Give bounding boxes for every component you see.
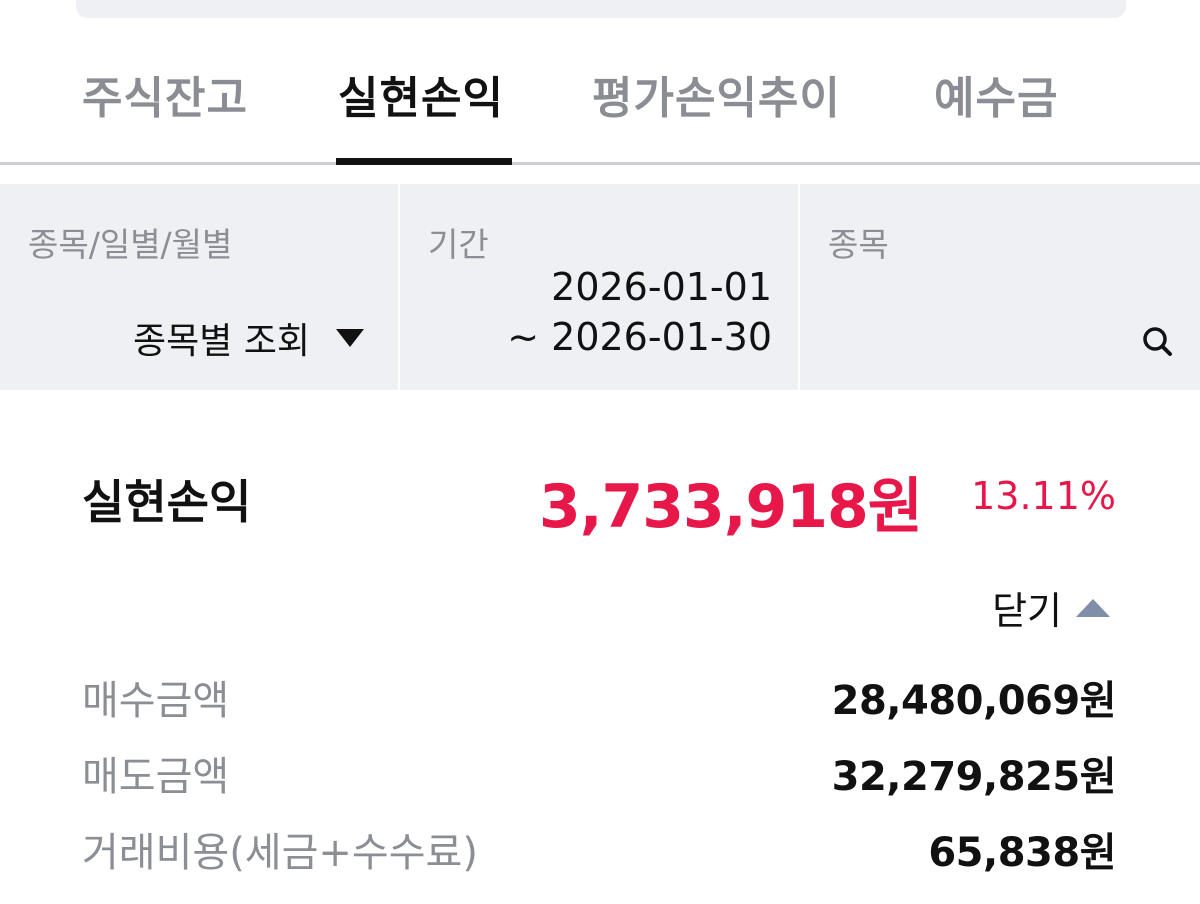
collapse-button[interactable]: 닫기 xyxy=(992,580,1110,635)
tab-valuation-trend[interactable]: 평가손익추이 xyxy=(592,62,841,126)
triangle-down-icon xyxy=(336,329,364,347)
period-label: 기간 xyxy=(428,225,489,264)
tab-realized-profit[interactable]: 실현손익 xyxy=(338,62,504,126)
active-tab-indicator xyxy=(336,158,512,165)
collapse-label: 닫기 xyxy=(992,589,1062,633)
view-type-value: 종목별 조회 xyxy=(132,321,310,362)
realized-profit-amount: 3,733,918원 xyxy=(538,472,923,542)
detail-row-sale: 매도금액 32,279,825원 xyxy=(82,744,1117,802)
period-filter[interactable]: 기간 2026-01-01 ~ 2026-01-30 xyxy=(400,184,798,390)
purchase-amount-value: 28,480,069원 xyxy=(831,678,1117,724)
triangle-up-icon xyxy=(1076,598,1110,617)
view-type-label: 종목/일별/월별 xyxy=(28,225,233,264)
view-type-filter[interactable]: 종목/일별/월별 종목별 조회 xyxy=(0,184,398,390)
stock-label: 종목 xyxy=(828,225,889,264)
period-range[interactable]: 2026-01-01 ~ 2026-01-30 xyxy=(507,262,772,362)
search-icon[interactable] xyxy=(1138,322,1178,362)
period-end: ~ 2026-01-30 xyxy=(507,315,772,359)
filter-row: 종목/일별/월별 종목별 조회 기간 2026-01-01 ~ 2026-01-… xyxy=(0,184,1200,390)
tab-stock-balance[interactable]: 주식잔고 xyxy=(82,62,248,126)
trading-cost-label: 거래비용(세금+수수료) xyxy=(82,830,478,876)
realized-profit-rate: 13.11% xyxy=(971,474,1116,518)
trading-cost-value: 65,838원 xyxy=(928,830,1116,876)
sale-amount-label: 매도금액 xyxy=(82,754,230,800)
detail-row-fees: 거래비용(세금+수수료) 65,838원 xyxy=(82,820,1116,878)
tab-bar: 주식잔고 실현손익 평가손익추이 예수금 xyxy=(0,0,1200,165)
detail-row-purchase: 매수금액 28,480,069원 xyxy=(82,668,1117,726)
purchase-amount-label: 매수금액 xyxy=(82,678,230,724)
view-type-select[interactable]: 종목별 조회 xyxy=(133,312,364,364)
sale-amount-value: 32,279,825원 xyxy=(831,754,1117,800)
stock-filter[interactable]: 종목 xyxy=(800,184,1200,390)
period-start: 2026-01-01 xyxy=(551,265,772,309)
realized-profit-label: 실현손익 xyxy=(82,475,252,529)
tab-deposit[interactable]: 예수금 xyxy=(934,62,1058,126)
